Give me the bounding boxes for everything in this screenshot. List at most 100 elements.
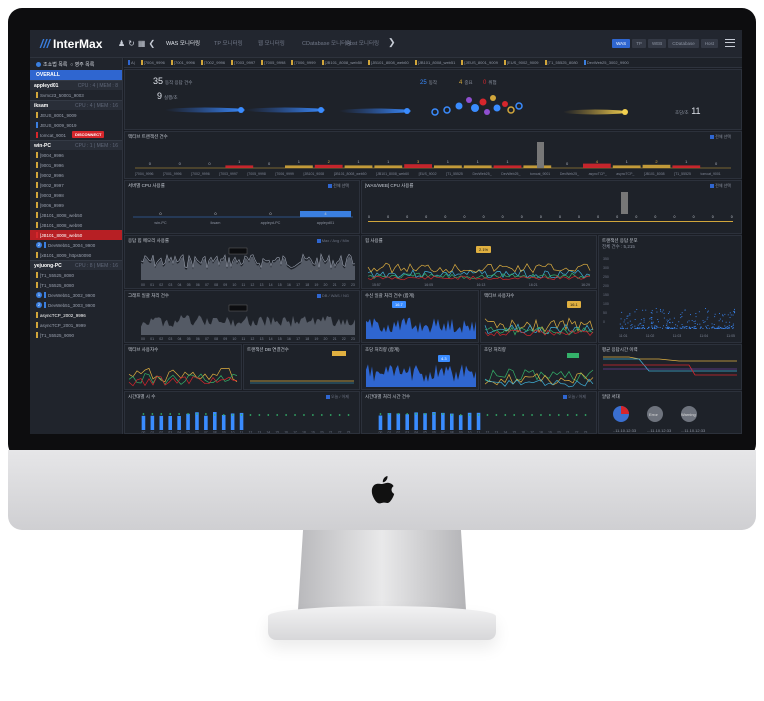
- server-list-item[interactable]: [9001_9996: [30, 160, 122, 170]
- server-group-header[interactable]: iksam CPU : 4 | MEM : 16: [30, 100, 122, 110]
- radio-dot-icon[interactable]: [36, 62, 41, 68]
- select-all-checkbox[interactable]: 전체 선택: [710, 183, 731, 189]
- server-filter-toggle[interactable]: [7006_9999: [291, 60, 316, 65]
- back-icon[interactable]: ❮: [148, 39, 158, 48]
- scatter-point: [690, 314, 691, 316]
- server-list-item[interactable]: JEUS_9009_9019: [30, 120, 122, 130]
- refresh-icon[interactable]: ↻: [128, 39, 138, 48]
- scatter-point: [627, 322, 629, 324]
- server-group-header[interactable]: appleyd01 CPU : 4 | MEM : 8: [30, 80, 122, 90]
- view-button-3[interactable]: CDatabase: [668, 39, 699, 48]
- server-list-item[interactable]: [JB101_8008_web50: [30, 230, 122, 240]
- server-list-item[interactable]: [T1_55525_8080: [30, 270, 122, 280]
- server-list-item[interactable]: [9004_9996: [30, 150, 122, 160]
- server-list-item[interactable]: [T1_55525_8080: [30, 280, 122, 290]
- hour-bar: [168, 415, 173, 430]
- hour-tick: 18: [539, 431, 543, 435]
- tx-bar: [463, 165, 492, 168]
- tab-1[interactable]: TP 모니터링: [214, 39, 243, 47]
- server-list-item[interactable]: [9002_9997: [30, 180, 122, 190]
- tab-2[interactable]: 웹 모니터링: [258, 39, 285, 47]
- server-filter-toggle[interactable]: [7001_9996: [170, 60, 195, 65]
- hourly-time-chart: 00 01 02 03 04 05 06 07 08 09 10 11 12 13 14 15 16 17 18 19…: [378, 412, 588, 435]
- heap-usage-xaxis: 15:57 16:05 16:13 16:21 16:29: [372, 283, 590, 287]
- hour-bar: [458, 415, 463, 430]
- server-list-item[interactable]: asyncTCP_2002_9996: [30, 310, 122, 320]
- server-filter-toggle[interactable]: [7002_9996: [201, 60, 225, 65]
- scatter-point: [668, 313, 669, 314]
- grid-icon[interactable]: ▦: [138, 39, 149, 48]
- hour-tick: 13: [258, 431, 262, 435]
- scatter-point: [631, 324, 633, 325]
- server-list-item[interactable]: [9002_9996: [30, 170, 122, 180]
- forward-icon[interactable]: ❯: [388, 37, 396, 48]
- status-color-bar: [36, 112, 38, 118]
- server-filter-toggle[interactable]: [JB101_8008_web50: [321, 60, 363, 65]
- server-filter-toggle[interactable]: [7003_9997: [231, 60, 255, 65]
- hour-tick: 14: [268, 337, 273, 341]
- server-list-item[interactable]: [xB101_8009_https50090: [30, 250, 122, 260]
- server-filter-toggle[interactable]: DevWeb25_3002_9900: [583, 60, 629, 65]
- server-list-item[interactable]: 1 DevWeb51_3002_9900: [30, 290, 122, 300]
- category-label: [7004_9996: [135, 172, 154, 176]
- cpu-value-label: 0: [463, 215, 466, 219]
- view-button-2[interactable]: WEB: [647, 39, 667, 48]
- view-button-0[interactable]: WAS: [612, 39, 631, 48]
- tab-0[interactable]: WAS 모니터링: [166, 39, 200, 47]
- server-filter-toggle[interactable]: A|: [128, 60, 135, 65]
- user-icon[interactable]: ♟: [118, 39, 128, 48]
- hour-bar: [396, 413, 401, 430]
- server-list-item[interactable]: asyncTCP_2001_9999: [30, 320, 122, 330]
- category-label: [JB101_8008: [643, 172, 665, 176]
- scatter-point: [713, 324, 715, 325]
- tx-bar: [672, 165, 701, 168]
- server-list-item[interactable]: 2 DevWeb51_3003_9900: [30, 300, 122, 310]
- cpu-server-label: iksam: [211, 221, 221, 225]
- server-filter-toggle[interactable]: [7004_9996: [140, 60, 165, 65]
- sidebar-overall[interactable]: OVERALL: [30, 70, 122, 80]
- yesterday-point: [151, 413, 154, 415]
- view-button-1[interactable]: TP: [632, 39, 646, 48]
- server-filter-toggle[interactable]: [JB101_8008_web60: [368, 60, 409, 65]
- scatter-point: [711, 323, 713, 325]
- yesterday-point: [267, 414, 270, 416]
- yesterday-point: [240, 414, 243, 416]
- tab-3[interactable]: CDatabase 모니터링: [302, 39, 351, 47]
- hour-tick: 17: [296, 337, 301, 341]
- brand-logo[interactable]: ///InterMax: [40, 37, 102, 51]
- server-list-item[interactable]: [JB101_8008_web50: [30, 210, 122, 220]
- filter-label: [JB101_8008_web50: [324, 60, 363, 65]
- scatter-point: [642, 309, 644, 311]
- scatter-point: [684, 309, 686, 311]
- server-group-header[interactable]: win-PC CPU : 1 | MEM : 16: [30, 140, 122, 150]
- scatter-point: [724, 325, 726, 327]
- server-list-item[interactable]: [JB101_8008_web90: [30, 220, 122, 230]
- scatter-point: [627, 327, 628, 329]
- server-list-item[interactable]: [9003_9998: [30, 190, 122, 200]
- response-distribution-xaxis: 11:01 11:02 11:03 11:04 11:05: [619, 334, 735, 338]
- view-button-4[interactable]: Host: [700, 39, 718, 48]
- status-color-bar: [36, 192, 38, 198]
- hour-bar: [423, 413, 427, 430]
- server-name: asyncTCP_2001_9999: [40, 322, 86, 328]
- server-filter-toggle[interactable]: [T1_55525_8080: [544, 60, 578, 65]
- server-filter-toggle[interactable]: [JB101_8008_web51: [414, 60, 455, 65]
- server-list-item[interactable]: [T1_55525_9090: [30, 330, 122, 340]
- server-group-header[interactable]: yejuong-PC CPU : 8 | MEM : 16: [30, 260, 122, 270]
- server-name: [T1_55525_8080: [40, 272, 75, 278]
- category-label: [JB101_8008_web50: [333, 172, 367, 176]
- server-list-item[interactable]: [9006_9999: [30, 200, 122, 210]
- hamburger-menu-icon[interactable]: [725, 39, 735, 47]
- server-filter-toggle[interactable]: [JEUS_8001_9009: [461, 60, 498, 65]
- server-filter-toggle[interactable]: [7005_9998: [261, 60, 285, 65]
- filter-label: A|: [131, 60, 135, 65]
- server-list-item[interactable]: tomcat_9001 DISCONNECT: [30, 130, 122, 140]
- server-list-item[interactable]: 2 DevWeb51_3004_9900: [30, 240, 122, 250]
- hour-tick: 22: [338, 431, 342, 435]
- scatter-point: [725, 327, 727, 329]
- tab-4[interactable]: Host 모니터링: [346, 39, 379, 47]
- scatter-point: [643, 326, 645, 328]
- server-filter-toggle[interactable]: [EUS_9002_9009: [503, 60, 539, 65]
- server-list-item[interactable]: JEUS_8001_9009: [30, 110, 122, 120]
- server-list-item[interactable]: Svmc23_50001_9003: [30, 90, 122, 100]
